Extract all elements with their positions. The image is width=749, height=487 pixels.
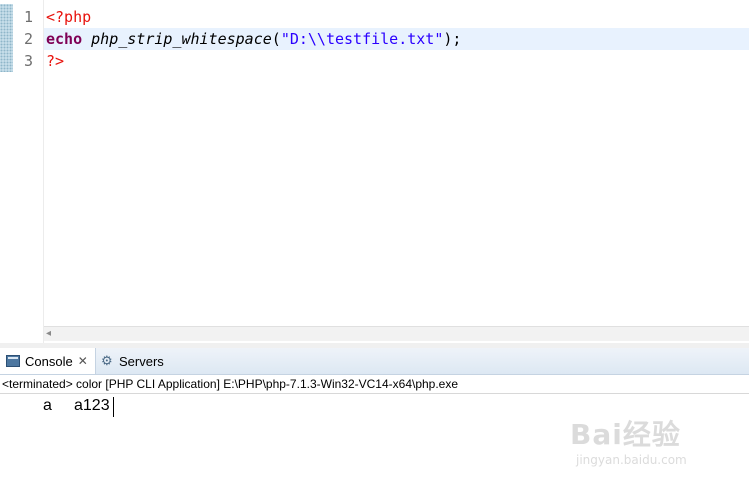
code-line-3[interactable]: ?> — [44, 50, 749, 72]
php-open-tag: <?php — [46, 8, 92, 26]
horizontal-scrollbar[interactable]: ◂ — [44, 326, 749, 341]
output-text: a123 — [74, 397, 110, 414]
function-name: php_strip_whitespace — [91, 30, 272, 48]
open-paren: ( — [271, 30, 281, 48]
string-literal: "D:\\testfile.txt" — [280, 30, 444, 48]
divider — [0, 393, 749, 394]
watermark-logo-text: Bai经验 — [570, 418, 681, 451]
console-icon — [6, 355, 20, 367]
process-status: <terminated> color [PHP CLI Application]… — [2, 377, 459, 391]
statement-end: ); — [443, 30, 462, 48]
close-icon[interactable]: ✕ — [78, 354, 88, 368]
scroll-left-icon[interactable]: ◂ — [46, 327, 51, 341]
watermark-url: jingyan.baidu.com — [576, 453, 687, 467]
line-number: 1 — [23, 8, 33, 26]
code-text-area[interactable]: <?php echo php_strip_whitespace("D:\\tes… — [44, 0, 749, 326]
output-text: a — [43, 397, 52, 414]
echo-keyword: echo — [46, 30, 83, 48]
servers-icon: ⚙ — [101, 353, 113, 368]
tab-label: Console — [25, 353, 73, 369]
text-caret — [113, 397, 114, 417]
tab-console[interactable]: Console ✕ — [0, 348, 96, 374]
tab-servers[interactable]: ⚙ Servers — [98, 348, 178, 374]
watermark-logo: Bai经验 jingyan.baidu.com — [570, 405, 740, 475]
tab-label: Servers — [119, 353, 164, 369]
code-line-1[interactable]: <?php — [44, 6, 749, 28]
php-close-tag: ?> — [46, 52, 65, 70]
line-number-ruler: 1 2 3 — [13, 0, 44, 343]
code-editor[interactable]: 1 2 3 <?php echo php_strip_whitespace("D… — [0, 0, 749, 343]
line-number: 3 — [23, 52, 33, 70]
line-number: 2 — [23, 30, 33, 48]
overview-ruler-marker — [0, 4, 13, 72]
code-line-2[interactable]: echo php_strip_whitespace("D:\\testfile.… — [44, 28, 749, 50]
view-tab-bar: Console ✕ ⚙ Servers — [0, 348, 749, 375]
